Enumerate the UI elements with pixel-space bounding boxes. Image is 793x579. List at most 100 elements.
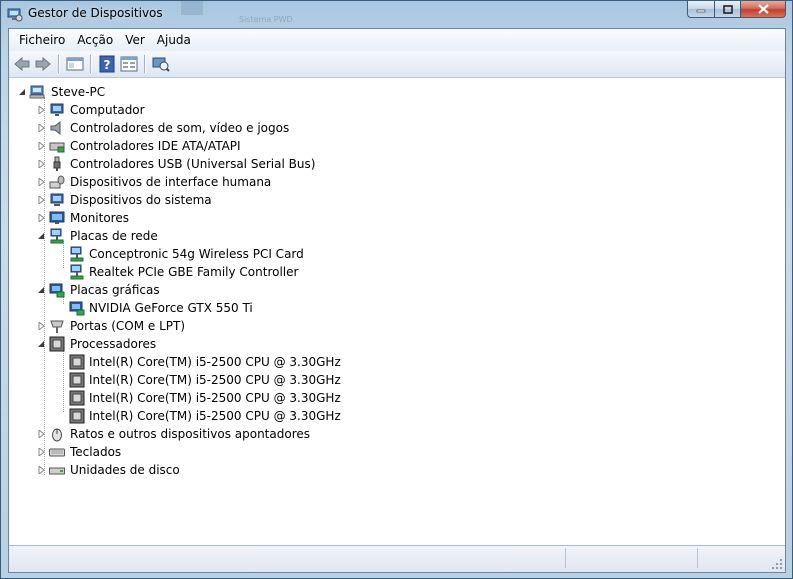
menu-ver[interactable]: Ver xyxy=(119,33,151,47)
menu-ajuda[interactable]: Ajuda xyxy=(151,33,197,47)
expand-arrow-icon[interactable] xyxy=(37,214,45,222)
window-controls xyxy=(687,1,786,19)
tree-category-placas-graficas[interactable]: Placas gráficas xyxy=(9,281,749,299)
menu-bar: Ficheiro Acção Ver Ajuda xyxy=(9,29,785,51)
tree-device-row[interactable]: Conceptronic 54g Wireless PCI Card xyxy=(9,245,749,263)
tree-category-label: Teclados xyxy=(70,445,122,459)
expand-arrow-icon[interactable] xyxy=(37,178,45,186)
toolbar-separator xyxy=(58,55,60,73)
processor-icon xyxy=(69,390,85,406)
expand-arrow-icon[interactable] xyxy=(37,466,45,474)
tree-device-row[interactable]: Intel(R) Core(TM) i5-2500 CPU @ 3.30GHz xyxy=(9,371,749,389)
device-manager-window: Gestor de Dispositivos Sistema PWD Fiche… xyxy=(0,0,793,579)
disk-drive-icon xyxy=(49,467,65,475)
speaker-icon xyxy=(50,120,61,136)
network-adapter-icon xyxy=(70,264,84,280)
tree-category-usb[interactable]: Controladores USB (Universal Serial Bus) xyxy=(9,155,749,173)
tree-device-row[interactable]: Intel(R) Core(TM) i5-2500 CPU @ 3.30GHz xyxy=(9,353,749,371)
expand-arrow-icon[interactable] xyxy=(37,142,45,150)
tree-device-label: Intel(R) Core(TM) i5-2500 CPU @ 3.30GHz xyxy=(89,355,341,369)
tree-category-label: Processadores xyxy=(70,337,157,351)
tree-category-hid[interactable]: Dispositivos de interface humana xyxy=(9,173,749,191)
tree-category-processadores[interactable]: Processadores xyxy=(9,335,749,353)
display-adapter-icon xyxy=(49,283,65,298)
tree-category-label: Unidades de disco xyxy=(70,463,180,477)
title-bar[interactable]: Gestor de Dispositivos Sistema PWD xyxy=(1,1,792,27)
back-arrow-icon[interactable] xyxy=(13,55,31,73)
tree-device-label: Realtek PCIe GBE Family Controller xyxy=(89,265,299,279)
menu-accao[interactable]: Acção xyxy=(71,33,119,47)
tree-category-label: Controladores USB (Universal Serial Bus) xyxy=(70,157,316,171)
forward-arrow-icon[interactable] xyxy=(34,55,52,73)
collapse-arrow-icon[interactable] xyxy=(37,340,45,348)
processor-icon xyxy=(69,354,85,370)
expand-arrow-icon[interactable] xyxy=(37,160,45,168)
scan-hardware-icon[interactable] xyxy=(152,55,170,73)
toolbar: ? xyxy=(9,51,785,78)
tree-category-computador[interactable]: Computador xyxy=(9,101,749,119)
hid-icon xyxy=(49,175,65,189)
collapse-arrow-icon[interactable] xyxy=(18,88,26,96)
tree-category-label: Computador xyxy=(70,103,145,117)
expand-arrow-icon[interactable] xyxy=(37,430,45,438)
tree-root[interactable]: Steve-PC xyxy=(9,83,749,101)
close-button[interactable] xyxy=(740,1,786,18)
svg-text:?: ? xyxy=(104,58,111,72)
maximize-button[interactable] xyxy=(714,1,740,18)
tree-category-teclados[interactable]: Teclados xyxy=(9,443,749,461)
status-bar xyxy=(9,545,785,572)
tree-device-label: Conceptronic 54g Wireless PCI Card xyxy=(89,247,304,261)
tree-category-label: Controladores IDE ATA/ATAPI xyxy=(70,139,241,153)
tree-category-som-video-jogos[interactable]: Controladores de som, vídeo e jogos xyxy=(9,119,749,137)
tree-category-label: Monitores xyxy=(70,211,129,225)
tree-category-ratos[interactable]: Ratos e outros dispositivos apontadores xyxy=(9,425,749,443)
show-hide-console-tree-icon[interactable] xyxy=(66,55,84,73)
tree-device-row[interactable]: Realtek PCIe GBE Family Controller xyxy=(9,263,749,281)
tree-device-label: Intel(R) Core(TM) i5-2500 CPU @ 3.30GHz xyxy=(89,409,341,423)
mouse-icon xyxy=(52,428,62,442)
tree-category-label: Placas gráficas xyxy=(70,283,160,297)
expand-arrow-icon[interactable] xyxy=(37,196,45,204)
processor-icon xyxy=(49,336,65,352)
collapse-arrow-icon[interactable] xyxy=(37,232,45,240)
tree-device-row[interactable]: Intel(R) Core(TM) i5-2500 CPU @ 3.30GHz xyxy=(9,389,749,407)
minimize-button[interactable] xyxy=(687,1,714,18)
expand-arrow-icon[interactable] xyxy=(37,322,45,330)
device-tree: Steve-PC Computador Controladores de som… xyxy=(9,79,785,545)
client-area: Ficheiro Acção Ver Ajuda ? Steve-PC Comp… xyxy=(8,28,786,573)
tree-device-row[interactable]: Intel(R) Core(TM) i5-2500 CPU @ 3.30GHz xyxy=(9,407,749,425)
resize-grip-icon[interactable] xyxy=(771,558,783,570)
network-adapter-icon xyxy=(50,228,64,244)
tree-category-unidades-de-disco[interactable]: Unidades de disco xyxy=(9,461,749,479)
device-manager-icon xyxy=(7,8,23,22)
tree-category-label: Dispositivos de interface humana xyxy=(70,175,272,189)
monitor-icon xyxy=(49,211,65,224)
tree-category-label: Placas de rede xyxy=(70,229,158,243)
expand-arrow-icon[interactable] xyxy=(37,448,45,456)
tree-category-sistema[interactable]: Dispositivos do sistema xyxy=(9,191,749,209)
processor-icon xyxy=(69,408,85,424)
collapse-arrow-icon[interactable] xyxy=(37,286,45,294)
network-adapter-icon xyxy=(70,246,84,262)
tree-device-label: NVIDIA GeForce GTX 550 Ti xyxy=(89,301,253,315)
toolbar-separator xyxy=(144,55,146,73)
tree-category-portas[interactable]: Portas (COM e LPT) xyxy=(9,317,749,335)
expand-arrow-icon[interactable] xyxy=(37,106,45,114)
tree-category-label: Controladores de som, vídeo e jogos xyxy=(70,121,290,135)
tree-device-row[interactable]: NVIDIA GeForce GTX 550 Ti xyxy=(9,299,749,317)
background-desktop-icon xyxy=(181,1,203,15)
status-pane xyxy=(697,548,698,568)
properties-icon[interactable] xyxy=(120,55,138,73)
tree-category-monitores[interactable]: Monitores xyxy=(9,209,749,227)
toolbar-separator xyxy=(90,55,92,73)
computer-icon xyxy=(50,103,64,116)
processor-icon xyxy=(69,372,85,388)
expand-arrow-icon[interactable] xyxy=(37,124,45,132)
menu-ficheiro[interactable]: Ficheiro xyxy=(13,33,71,47)
maximize-icon xyxy=(722,4,733,14)
tree-root-label: Steve-PC xyxy=(51,85,106,99)
tree-category-ide-ata-atapi[interactable]: Controladores IDE ATA/ATAPI xyxy=(9,137,749,155)
port-icon xyxy=(50,320,64,333)
help-icon[interactable]: ? xyxy=(98,55,116,73)
tree-category-placas-de-rede[interactable]: Placas de rede xyxy=(9,227,749,245)
